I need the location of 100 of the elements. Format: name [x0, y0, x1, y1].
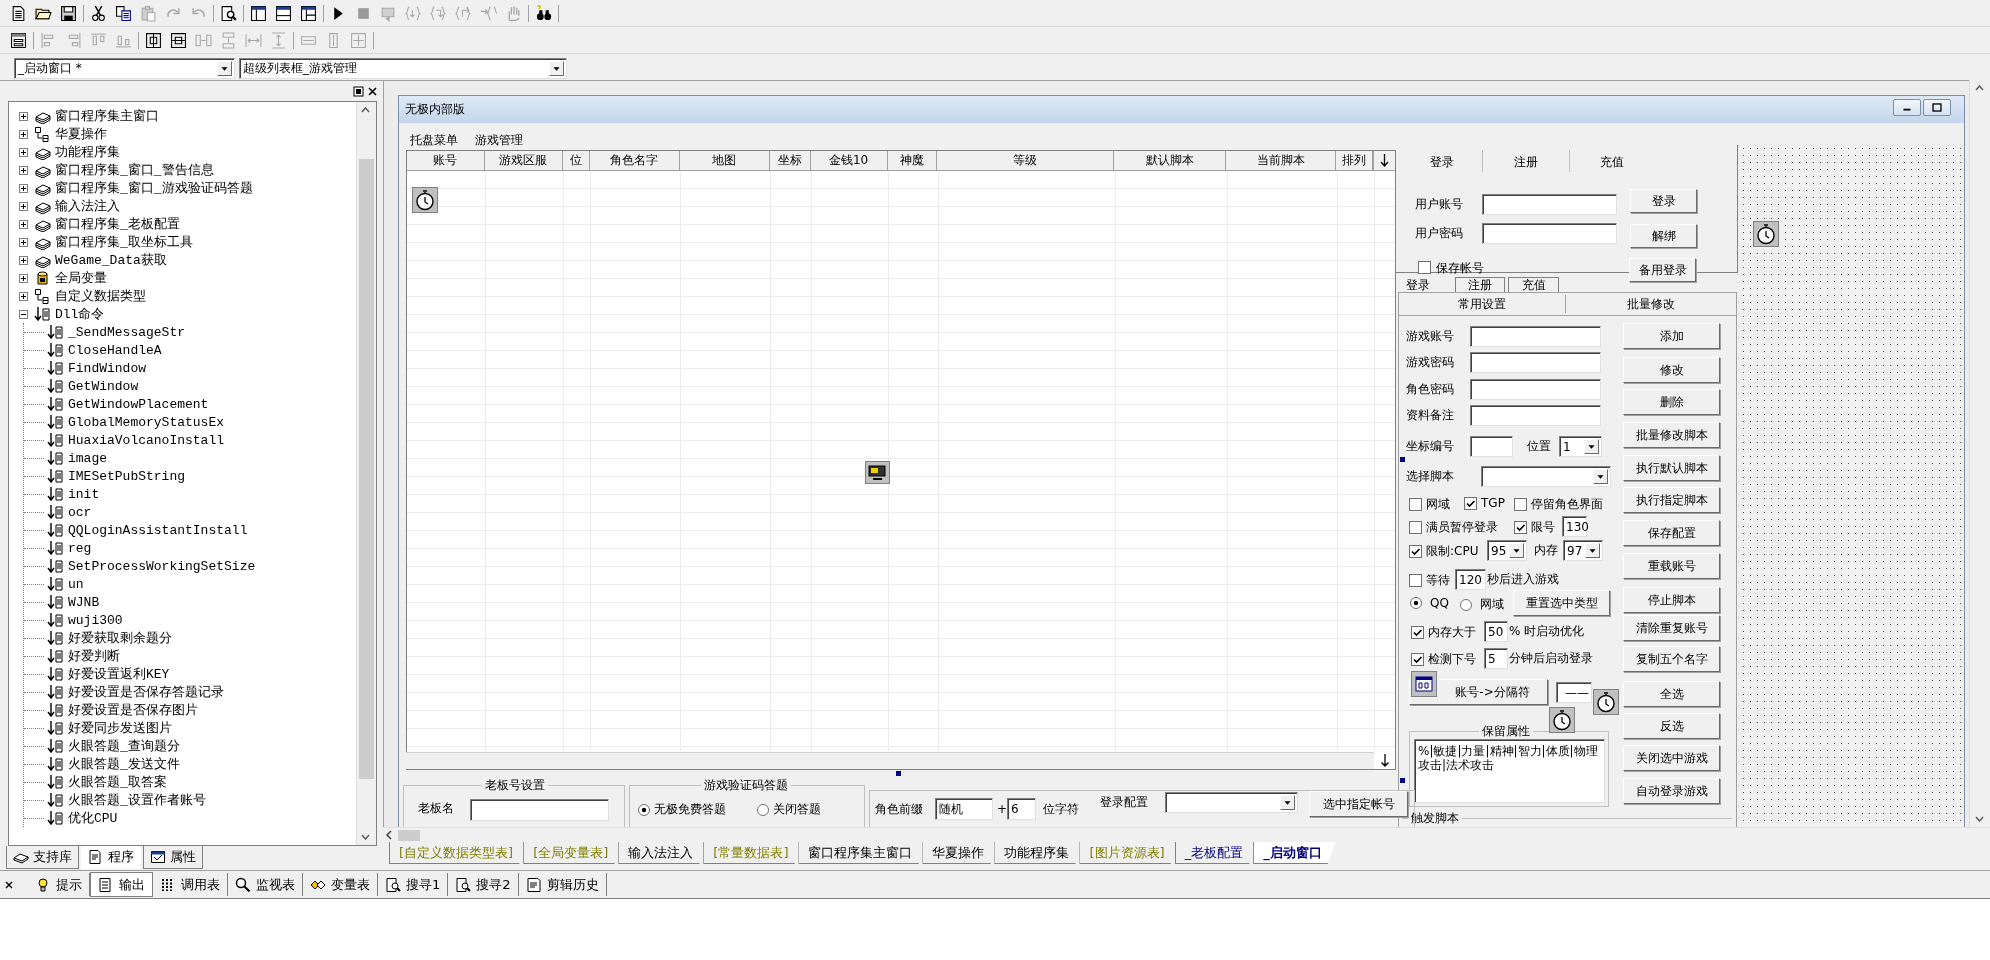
- button[interactable]: 全选: [1623, 681, 1720, 707]
- tree-item[interactable]: 火眼答题_发送文件: [68, 755, 180, 773]
- panel-tab[interactable]: 程序: [81, 846, 141, 869]
- tree-item[interactable]: 窗口程序集_窗口_游戏验证码答题: [55, 179, 253, 197]
- expand-toggle-icon[interactable]: [19, 147, 28, 157]
- tree-item[interactable]: 自定义数据类型: [55, 287, 146, 305]
- tree-item[interactable]: WJNB: [68, 594, 100, 610]
- checkbox[interactable]: [1409, 574, 1422, 587]
- expand-toggle-icon[interactable]: [19, 291, 28, 301]
- tree-item[interactable]: 好爱同步发送图片: [68, 719, 172, 737]
- document-tab[interactable]: _启动窗口: [1253, 842, 1336, 865]
- center-icon[interactable]: [170, 31, 187, 49]
- tree-item[interactable]: FindWindow: [68, 360, 146, 376]
- tree-item[interactable]: 好爱判断: [68, 647, 120, 665]
- tree-item[interactable]: GlobalMemoryStatusEx: [68, 414, 225, 430]
- checkbox[interactable]: [1409, 498, 1422, 511]
- expand-toggle-icon[interactable]: [19, 273, 28, 283]
- form-icon[interactable]: [10, 31, 27, 49]
- output-tab[interactable]: 搜寻1: [378, 873, 449, 896]
- tree-item[interactable]: ocr: [68, 504, 92, 520]
- tree-item[interactable]: 窗口程序集_取坐标工具: [55, 233, 193, 251]
- scrollbar[interactable]: [356, 102, 376, 845]
- button[interactable]: 登录: [1630, 189, 1697, 213]
- menu-item[interactable]: 托盘菜单: [410, 133, 458, 147]
- scrollbar-thumb[interactable]: [398, 829, 420, 841]
- column-header[interactable]: 账号: [407, 151, 485, 170]
- panel-tab[interactable]: 支持库: [6, 846, 79, 869]
- tree-item[interactable]: 火眼答题_设置作者账号: [68, 791, 206, 809]
- output-tab[interactable]: 剪辑历史: [518, 873, 607, 896]
- tree-item[interactable]: init: [68, 486, 100, 502]
- button[interactable]: 修改: [1623, 357, 1720, 383]
- minimize-button[interactable]: [1893, 99, 1921, 116]
- button[interactable]: 解绑: [1630, 224, 1697, 248]
- input-field[interactable]: 随机: [935, 798, 993, 820]
- tab[interactable]: 常用设置: [1399, 295, 1565, 314]
- button[interactable]: 重置选中类型: [1513, 590, 1610, 616]
- close-icon[interactable]: [367, 85, 378, 97]
- selection-handle[interactable]: [1400, 778, 1405, 783]
- dropdown[interactable]: 97: [1563, 540, 1603, 561]
- tree-item[interactable]: 华夏操作: [55, 125, 107, 143]
- input-field[interactable]: [470, 799, 609, 821]
- tree-item[interactable]: QQLoginAssistantInstall: [68, 522, 248, 538]
- tab[interactable]: 登录: [1406, 278, 1433, 292]
- output-tab[interactable]: 调用表: [153, 873, 228, 896]
- input-field[interactable]: [1482, 223, 1617, 244]
- tree-item[interactable]: _SendMessageStr: [68, 324, 186, 340]
- tree-item[interactable]: 好爱获取剩余题分: [68, 629, 172, 647]
- output-tab[interactable]: 搜寻2: [448, 873, 519, 896]
- column-header[interactable]: 位: [562, 151, 590, 170]
- column-header[interactable]: 地图: [679, 151, 770, 170]
- expand-toggle-icon[interactable]: [19, 183, 28, 193]
- collapse-toggle-icon[interactable]: [19, 309, 28, 319]
- dropdown[interactable]: 1: [1559, 436, 1602, 457]
- button[interactable]: 保存配置: [1623, 520, 1720, 546]
- input-field[interactable]: [1470, 326, 1601, 347]
- page-magnifier-icon[interactable]: [220, 4, 237, 22]
- dropdown[interactable]: [1165, 792, 1298, 813]
- expand-toggle-icon[interactable]: [19, 111, 28, 121]
- radio-button[interactable]: [1410, 597, 1422, 609]
- input-field[interactable]: [1470, 379, 1601, 400]
- window-layout-icon[interactable]: [250, 4, 267, 22]
- input-field[interactable]: 120: [1455, 569, 1486, 590]
- tree-item[interactable]: GetWindow: [68, 378, 139, 394]
- column-header[interactable]: 当前脚本: [1226, 151, 1337, 170]
- expand-toggle-icon[interactable]: [19, 129, 28, 139]
- tab[interactable]: 充值: [1508, 277, 1559, 292]
- tab[interactable]: 注册: [1514, 155, 1538, 169]
- expand-toggle-icon[interactable]: [19, 219, 28, 229]
- tree-item[interactable]: 全局变量: [55, 269, 107, 287]
- output-tab[interactable]: 变量表: [303, 873, 378, 896]
- button[interactable]: 复制五个名字: [1623, 646, 1720, 672]
- button[interactable]: 自动登录游戏: [1623, 778, 1720, 804]
- button[interactable]: 添加: [1623, 323, 1720, 349]
- column-header[interactable]: 等级: [937, 151, 1115, 170]
- checkbox[interactable]: [1418, 261, 1431, 274]
- button[interactable]: 停止脚本: [1623, 587, 1720, 613]
- tree-item[interactable]: 窗口程序集_窗口_警告信息: [55, 161, 214, 179]
- tree-item[interactable]: 好爱设置是否保存图片: [68, 701, 198, 719]
- tree-item[interactable]: 火眼答题_取答案: [68, 773, 167, 791]
- expand-toggle-icon[interactable]: [19, 165, 28, 175]
- button[interactable]: 执行默认脚本: [1623, 455, 1720, 481]
- copy-icon[interactable]: [115, 4, 132, 22]
- output-tab[interactable]: 输出: [90, 872, 153, 897]
- button[interactable]: 清除重复账号: [1623, 615, 1720, 641]
- maximize-button[interactable]: [1923, 99, 1951, 116]
- expand-toggle-icon[interactable]: [19, 255, 28, 265]
- scroll-left-icon[interactable]: [383, 829, 395, 842]
- tree-item[interactable]: 好爱设置是否保存答题记录: [68, 683, 224, 701]
- input-field[interactable]: [1470, 405, 1601, 426]
- input-field[interactable]: 130: [1562, 516, 1587, 537]
- dropdown[interactable]: 95: [1487, 540, 1527, 561]
- checkbox[interactable]: [1514, 498, 1527, 511]
- tree-item[interactable]: 功能程序集: [55, 143, 120, 161]
- button[interactable]: 执行指定脚本: [1623, 487, 1720, 513]
- center-icon[interactable]: [145, 31, 162, 49]
- button[interactable]: 选中指定帐号: [1309, 791, 1408, 817]
- button[interactable]: 重载账号: [1623, 553, 1720, 579]
- radio-button[interactable]: [638, 803, 650, 816]
- button[interactable]: 备用登录: [1629, 258, 1696, 282]
- checkbox[interactable]: [1411, 653, 1424, 666]
